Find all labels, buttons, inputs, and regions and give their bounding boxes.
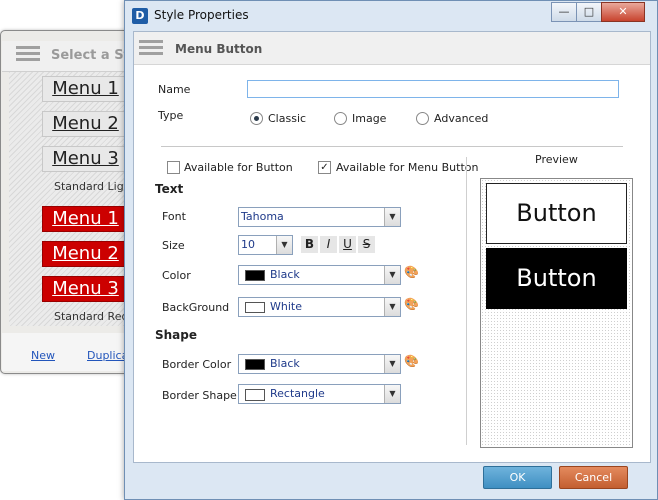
name-input[interactable] (247, 80, 619, 98)
type-classic-label[interactable]: Classic (268, 112, 306, 125)
chevron-down-icon[interactable]: ▼ (384, 266, 400, 284)
background-value: White (270, 300, 302, 313)
shape-section-header: Shape (155, 328, 198, 342)
name-label: Name (158, 83, 191, 96)
style-list: Menu 1 Menu 2 Menu 3 Standard Light Menu… (9, 72, 137, 326)
font-label: Font (162, 210, 186, 223)
group-label-light: Standard Light (54, 180, 135, 193)
color-value: Black (270, 268, 300, 281)
light-menu-2[interactable]: Menu 2 (42, 111, 129, 137)
background-swatch (245, 302, 265, 313)
palette-icon[interactable]: 🎨 (404, 297, 419, 311)
menu-icon[interactable] (139, 40, 163, 58)
maximize-button[interactable]: □ (576, 2, 602, 22)
red-menu-2[interactable]: Menu 2 (42, 241, 129, 267)
available-for-menu-button-checkbox[interactable]: ✓ (318, 161, 331, 174)
available-for-button-checkbox[interactable] (167, 161, 180, 174)
ok-button[interactable]: OK (483, 466, 552, 489)
style-properties-dialog: D Style Properties — □ ✕ Menu Button Nam… (124, 0, 658, 500)
size-value: 10 (241, 238, 255, 251)
background-label: BackGround (162, 301, 230, 314)
preview-label: Preview (535, 153, 578, 166)
border-color-value: Black (270, 357, 300, 370)
preview-area: Button Button (480, 178, 633, 448)
available-for-button-label[interactable]: Available for Button (184, 161, 293, 174)
border-color-select[interactable]: Black ▼ (238, 354, 401, 374)
cancel-button[interactable]: Cancel (559, 466, 628, 489)
italic-button[interactable]: I (320, 236, 337, 253)
menu-icon[interactable] (16, 46, 40, 64)
underline-button[interactable]: U (339, 236, 356, 253)
bold-button[interactable]: B (301, 236, 318, 253)
group-label-red: Standard Red (54, 310, 129, 323)
border-shape-select[interactable]: Rectangle ▼ (238, 384, 401, 404)
chevron-down-icon[interactable]: ▼ (384, 385, 400, 403)
type-advanced-label[interactable]: Advanced (434, 112, 488, 125)
section-header: Menu Button (134, 32, 650, 65)
palette-icon[interactable]: 🎨 (404, 265, 419, 279)
type-classic-radio[interactable] (250, 112, 263, 125)
palette-icon[interactable]: 🎨 (404, 354, 419, 368)
light-menu-3[interactable]: Menu 3 (42, 146, 129, 172)
type-advanced-radio[interactable] (416, 112, 429, 125)
light-menu-1[interactable]: Menu 1 (42, 76, 129, 102)
font-value: Tahoma (241, 210, 284, 223)
size-label: Size (162, 239, 185, 252)
select-style-header: Select a Style (2, 41, 152, 72)
separator (161, 146, 623, 147)
border-color-swatch (245, 359, 265, 370)
available-for-menu-button-label[interactable]: Available for Menu Button (336, 161, 478, 174)
section-title: Menu Button (175, 42, 263, 56)
size-select[interactable]: 10 ▼ (238, 235, 293, 255)
background-select[interactable]: White ▼ (238, 297, 401, 317)
select-style-window: Select a Style Menu 1 Menu 2 Menu 3 Stan… (0, 30, 152, 374)
title-bar: D Style Properties — □ ✕ (125, 1, 657, 31)
chevron-down-icon[interactable]: ▼ (384, 208, 400, 226)
strikethrough-button[interactable]: S (358, 236, 375, 253)
vertical-separator (466, 157, 467, 445)
dialog-content: Menu Button Name Type Classic Image Adva… (133, 31, 651, 463)
new-link[interactable]: New (31, 349, 55, 362)
border-shape-swatch (245, 389, 265, 401)
close-button[interactable]: ✕ (601, 2, 645, 22)
chevron-down-icon[interactable]: ▼ (276, 236, 292, 254)
color-label: Color (162, 269, 191, 282)
border-color-label: Border Color (162, 358, 232, 371)
app-icon: D (132, 8, 148, 24)
text-section-header: Text (155, 182, 184, 196)
color-swatch (245, 270, 265, 281)
border-shape-value: Rectangle (270, 387, 325, 400)
red-menu-1[interactable]: Menu 1 (42, 206, 129, 232)
chevron-down-icon[interactable]: ▼ (384, 298, 400, 316)
chevron-down-icon[interactable]: ▼ (384, 355, 400, 373)
type-label: Type (158, 109, 184, 122)
select-style-footer: New Duplicate (2, 333, 140, 371)
red-menu-3[interactable]: Menu 3 (42, 276, 129, 302)
type-image-radio[interactable] (334, 112, 347, 125)
color-select[interactable]: Black ▼ (238, 265, 401, 285)
minimize-button[interactable]: — (551, 2, 577, 22)
preview-button-normal: Button (486, 183, 627, 244)
font-select[interactable]: Tahoma ▼ (238, 207, 401, 227)
window-title: Style Properties (154, 8, 249, 22)
preview-button-hover: Button (486, 248, 627, 309)
border-shape-label: Border Shape (162, 389, 237, 402)
type-image-label[interactable]: Image (352, 112, 386, 125)
